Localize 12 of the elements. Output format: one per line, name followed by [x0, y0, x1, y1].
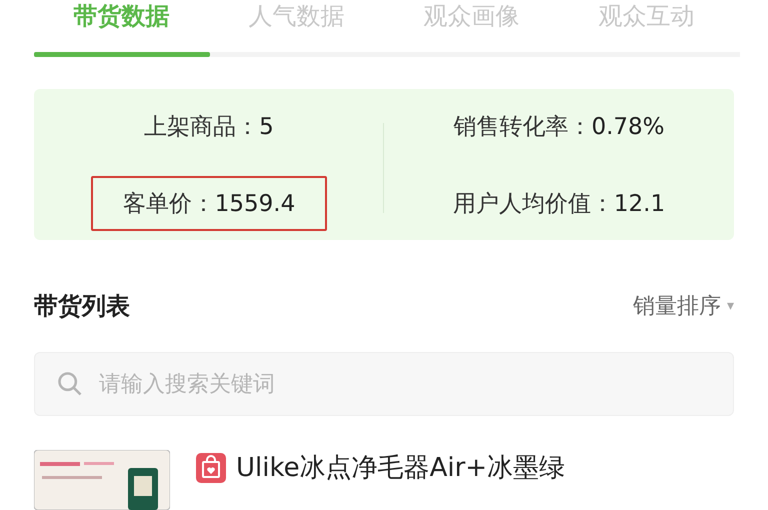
stat-text: 销售转化率：0.78% [452, 112, 666, 142]
stat-text: 客单价：1559.4 [90, 176, 328, 230]
search-icon [56, 370, 84, 398]
product-name: Ulike冰点净毛器Air+冰墨绿 [236, 452, 566, 485]
tab[interactable]: 带货数据 [34, 0, 209, 30]
product-title[interactable]: Ulike冰点净毛器Air+冰墨绿 [196, 450, 566, 485]
stat-text: 用户人均价值：12.1 [452, 190, 666, 218]
search-field[interactable]: 请输入搜索关键词 [34, 352, 734, 416]
section-title: 带货列表 [34, 291, 130, 322]
stat-text: 上架商品：5 [143, 112, 275, 142]
sort-dropdown[interactable]: 销量排序 ▾ [632, 291, 734, 321]
shopping-bag-icon [196, 452, 226, 482]
